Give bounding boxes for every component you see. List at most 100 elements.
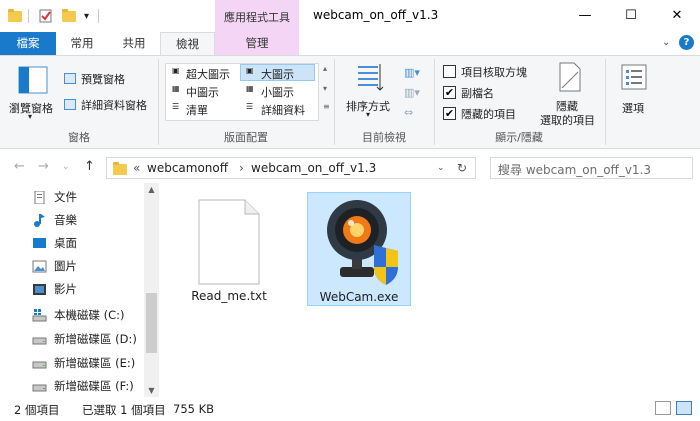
sidebar-item-label: 圖片	[54, 259, 77, 273]
sidebar-item-label: 影片	[54, 282, 77, 296]
details-pane-button[interactable]: 詳細資料窗格	[81, 97, 147, 113]
address-bar[interactable]: « webcamonoff › webcam_on_off_v1.3 ⌄ ↻	[106, 157, 476, 179]
search-input[interactable]: 搜尋 webcam_on_off_v1.3 ⌕	[490, 157, 693, 179]
status-selected: 已選取 1 個項目	[82, 403, 166, 417]
video-icon	[33, 283, 46, 295]
hide-selected-button[interactable]: 隱藏 選取的項目	[536, 60, 602, 128]
layout-list[interactable]: 清單	[186, 102, 208, 118]
text-file-icon	[198, 199, 260, 285]
sidebar-item-documents[interactable]: 文件	[32, 187, 77, 207]
sidebar-item-label: 本機磁碟 (C:)	[54, 308, 125, 322]
sidebar-item-label: 桌面	[54, 236, 77, 250]
tab-home[interactable]: 常用	[56, 32, 108, 55]
details-icon: ☰	[246, 102, 254, 111]
new-folder-icon[interactable]	[62, 7, 76, 25]
group-label-layout: 版面配置	[224, 131, 268, 144]
hidden-items-checkbox[interactable]: ✔	[443, 107, 456, 120]
large-icons-icon: ▣	[246, 66, 254, 75]
navigation-pane-icon	[18, 66, 48, 94]
details-view-icon[interactable]	[655, 401, 671, 415]
breadcrumb-webcamonoff[interactable]: webcamonoff	[147, 161, 228, 175]
file-item-readme[interactable]: Read_me.txt	[184, 189, 274, 305]
scroll-up-icon[interactable]: ▲	[144, 185, 159, 194]
scroll-down-icon[interactable]: ▾	[323, 84, 327, 93]
options-icon	[621, 64, 647, 90]
maximize-button[interactable]: ☐	[608, 0, 654, 30]
tab-view[interactable]: 檢視	[160, 32, 215, 56]
layout-medium[interactable]: 中圖示	[186, 84, 219, 100]
breadcrumb-overflow[interactable]: «	[133, 161, 140, 175]
hide-selected-icon	[559, 62, 581, 92]
layout-extra-large[interactable]: 超大圖示	[186, 66, 230, 82]
webcam-shield-icon	[327, 200, 398, 285]
breadcrumb-chevron-icon[interactable]: ›	[239, 161, 244, 175]
scroll-down-icon[interactable]: ▼	[144, 386, 159, 395]
scroll-thumb[interactable]	[146, 293, 157, 353]
large-icons-view-icon[interactable]	[676, 401, 692, 415]
add-columns-icon[interactable]: ▥▾	[404, 86, 420, 99]
sidebar-item-label: 新增磁碟區 (E:)	[54, 356, 136, 370]
size-columns-icon[interactable]: ⇔	[404, 106, 413, 119]
hidden-items-label: 隱藏的項目	[461, 108, 516, 121]
up-arrow-icon[interactable]: ↑	[84, 159, 95, 174]
preview-pane-button[interactable]: 預覽窗格	[81, 71, 125, 87]
preview-pane-icon	[64, 73, 76, 84]
tab-share[interactable]: 共用	[108, 32, 160, 55]
tab-manage[interactable]: 管理	[215, 32, 299, 55]
breadcrumb-current[interactable]: webcam_on_off_v1.3	[251, 161, 376, 175]
tab-file[interactable]: 檔案	[0, 32, 56, 55]
chevron-down-icon: ▾	[366, 110, 371, 119]
sidebar-item-pictures[interactable]: 圖片	[32, 256, 77, 276]
help-icon[interactable]: ?	[679, 35, 694, 50]
refresh-icon[interactable]: ↻	[457, 161, 467, 175]
context-tab-label: 應用程式工具	[224, 11, 290, 24]
ribbon: 瀏覽窗格 ▾ 預覽窗格 詳細資料窗格 窗格 ▣ 超大圖示 ▣ 大圖示 ▦ 中圖示…	[0, 55, 700, 149]
navigation-pane: 文件 音樂 桌面 圖片 影片 本機磁碟 (C:) 新增磁碟區 (D:) 新增磁碟…	[0, 183, 160, 397]
layout-details[interactable]: 詳細資料	[261, 102, 305, 118]
file-item-webcam-exe[interactable]: WebCam.exe	[307, 192, 411, 306]
file-extensions-label: 副檔名	[461, 87, 494, 100]
sidebar-item-music[interactable]: 音樂	[32, 210, 77, 230]
quick-access-dropdown-icon[interactable]: ▾	[84, 7, 89, 25]
extra-large-icons-icon: ▣	[172, 66, 180, 75]
file-name: WebCam.exe	[319, 290, 399, 304]
expand-gallery-icon[interactable]: ≡	[323, 102, 330, 111]
back-arrow-icon[interactable]: ←	[14, 159, 25, 174]
item-checkboxes-checkbox[interactable]	[443, 65, 456, 78]
close-button[interactable]: ✕	[654, 0, 700, 30]
sidebar-item-drive-c[interactable]: 本機磁碟 (C:)	[32, 305, 125, 325]
sidebar-item-drive-e[interactable]: 新增磁碟區 (E:)	[32, 353, 135, 373]
chevron-down-icon[interactable]: ⌄	[662, 37, 670, 48]
status-size: 755 KB	[173, 402, 215, 416]
sidebar-item-label: 音樂	[54, 213, 77, 227]
chevron-down-icon: ▾	[28, 112, 33, 121]
address-row: ← → ⌄ ↑ « webcamonoff › webcam_on_off_v1…	[0, 155, 700, 181]
small-icons-icon: ▦	[246, 84, 254, 93]
scroll-up-icon[interactable]: ▴	[323, 64, 327, 73]
hide-selected-label-2: 選取的項目	[540, 114, 595, 127]
recent-locations-icon[interactable]: ⌄	[62, 162, 70, 172]
properties-icon[interactable]	[38, 7, 54, 25]
sidebar-item-label: 新增磁碟區 (D:)	[54, 332, 137, 346]
minimize-button[interactable]: —	[562, 0, 608, 30]
search-icon: ⌕	[498, 161, 505, 175]
folder-icon	[113, 161, 127, 175]
document-icon	[34, 190, 45, 204]
sidebar-item-desktop[interactable]: 桌面	[32, 233, 77, 253]
group-label-panes: 窗格	[68, 131, 90, 144]
navigation-pane-button[interactable]: 瀏覽窗格 ▾	[6, 62, 58, 121]
sidebar-item-drive-d[interactable]: 新增磁碟區 (D:)	[32, 329, 137, 349]
options-button[interactable]: 選項	[612, 60, 656, 120]
drive-icon	[32, 384, 47, 391]
sort-by-button[interactable]: 排序方式 ▾	[340, 60, 400, 122]
file-extensions-checkbox[interactable]: ✔	[443, 86, 456, 99]
group-by-icon[interactable]: ▥▾	[404, 66, 420, 79]
chevron-down-icon[interactable]: ⌄	[437, 163, 445, 173]
sidebar-item-videos[interactable]: 影片	[32, 279, 77, 299]
layout-large[interactable]: 大圖示	[261, 66, 294, 82]
nav-scrollbar[interactable]: ▲ ▼	[144, 183, 159, 397]
forward-arrow-icon[interactable]: →	[38, 159, 49, 174]
sidebar-item-drive-f[interactable]: 新增磁碟區 (F:)	[32, 376, 134, 396]
layout-small[interactable]: 小圖示	[261, 84, 294, 100]
ribbon-tabs: 檔案 常用 共用 檢視 管理 ⌄ ?	[0, 32, 700, 56]
